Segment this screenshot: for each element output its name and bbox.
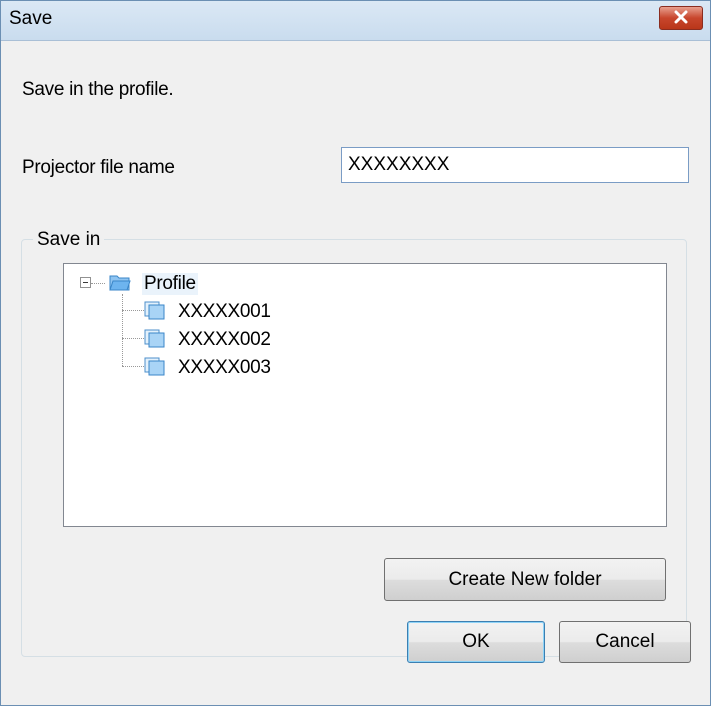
- collapse-toggle[interactable]: [80, 277, 91, 288]
- tree-connector: [122, 338, 144, 339]
- save-in-label: Save in: [33, 229, 105, 251]
- tree-connector: [122, 294, 123, 366]
- window-title: Save: [9, 8, 53, 29]
- folder-open-icon: [109, 275, 131, 291]
- folder-icon: [144, 329, 165, 348]
- folder-icon: [144, 301, 165, 320]
- tree-node-folder[interactable]: XXXXX003: [178, 357, 271, 379]
- dialog-body: Save in the profile. Projector file name…: [1, 41, 710, 705]
- close-button[interactable]: [659, 6, 703, 30]
- folder-tree[interactable]: Profile XXXXX001 XXXXX002 XXXXX003: [63, 263, 667, 527]
- create-new-folder-button[interactable]: Create New folder: [384, 558, 666, 601]
- file-name-label: Projector file name: [22, 157, 175, 178]
- title-bar[interactable]: Save: [1, 1, 710, 41]
- save-dialog: Save Save in the profile. Projector file…: [0, 0, 711, 706]
- ok-button[interactable]: OK: [407, 621, 545, 663]
- file-name-input[interactable]: [341, 147, 689, 183]
- tree-connector: [122, 366, 144, 367]
- tree-node-folder[interactable]: XXXXX002: [178, 329, 271, 351]
- cancel-button[interactable]: Cancel: [559, 621, 691, 663]
- instruction-text: Save in the profile.: [22, 79, 174, 100]
- tree-connector: [122, 310, 144, 311]
- tree-node-folder[interactable]: XXXXX001: [178, 301, 271, 323]
- tree-connector: [91, 283, 105, 284]
- tree-node-profile[interactable]: Profile: [142, 273, 198, 295]
- close-icon: [674, 10, 688, 24]
- folder-icon: [144, 357, 165, 376]
